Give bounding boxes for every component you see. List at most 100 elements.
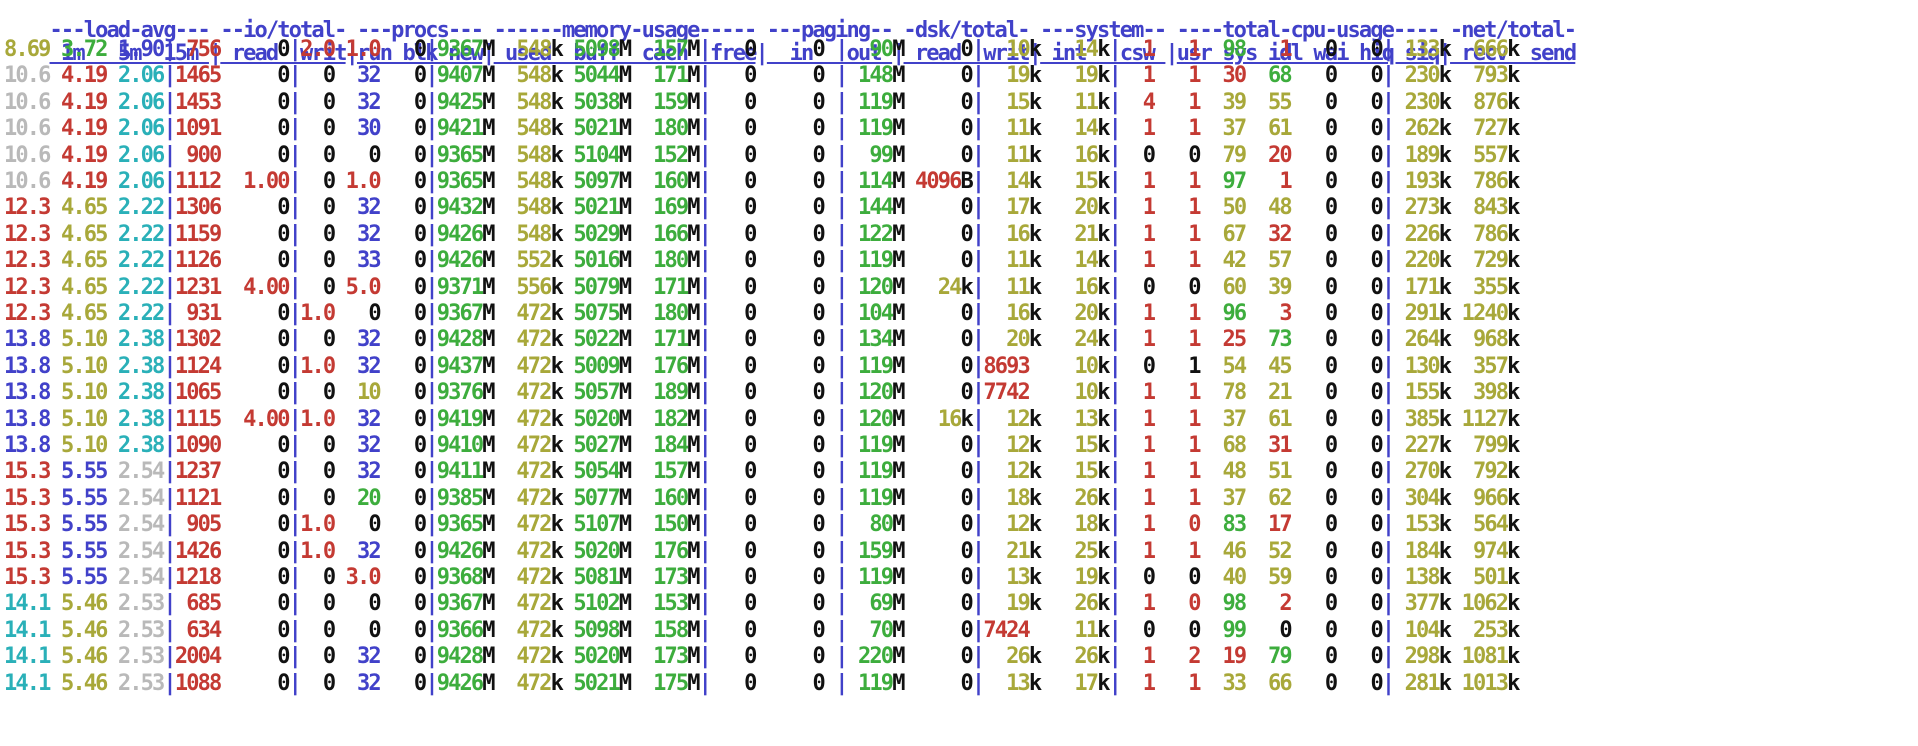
stats-cell: 104 bbox=[1393, 617, 1441, 643]
stats-cell: 0 0 bbox=[710, 63, 836, 89]
stats-cell: | bbox=[1381, 169, 1395, 194]
stats-cell: | bbox=[698, 433, 712, 458]
stats-cell: 0 0 bbox=[1290, 591, 1384, 617]
stats-cell: k bbox=[1438, 63, 1462, 89]
stats-cell: | bbox=[425, 89, 438, 115]
stats-cell: | bbox=[835, 485, 848, 511]
stats-cell: 32 bbox=[345, 327, 392, 353]
stats-cell: 357 bbox=[1461, 353, 1509, 379]
stats-cell: 32 bbox=[345, 89, 392, 115]
stats-cell: | bbox=[288, 485, 302, 511]
stats-cell: | bbox=[288, 617, 302, 643]
stats-cell: 0 bbox=[391, 116, 427, 142]
stats-cell: M bbox=[892, 274, 915, 300]
stats-cell: 230 bbox=[1393, 63, 1441, 89]
stats-cell: M bbox=[892, 353, 915, 379]
stats-cell: 5029 bbox=[573, 221, 620, 247]
stats-cell: 0 bbox=[391, 459, 427, 485]
stats-cell: 19 bbox=[1051, 63, 1099, 89]
stats-cell: 1.0 bbox=[300, 301, 346, 326]
stats-cell: 14.1 bbox=[4, 670, 61, 696]
stats-cell: 9425 bbox=[436, 89, 484, 115]
stats-cell: 10.6 bbox=[4, 89, 61, 115]
stats-cell: 79 bbox=[1222, 142, 1247, 168]
stats-cell: 0 bbox=[220, 380, 290, 406]
stats-cell: 1 1 bbox=[1119, 221, 1223, 247]
stats-cell: k bbox=[1028, 63, 1052, 89]
stats-cell: 0 bbox=[914, 37, 974, 62]
stats-cell: | bbox=[425, 406, 438, 432]
stats-cell: k bbox=[550, 670, 574, 696]
stats-cell: | bbox=[835, 116, 848, 142]
stats-cell: 30 bbox=[345, 116, 392, 142]
stats-cell: 189 bbox=[1393, 142, 1441, 168]
stats-cell: M bbox=[618, 274, 642, 300]
stats-cell: | bbox=[971, 670, 985, 696]
stats-cell: | bbox=[971, 459, 985, 485]
stats-cell: 2004 bbox=[174, 644, 222, 670]
stats-cell: 0 bbox=[391, 248, 427, 274]
stats-cell: | bbox=[1108, 617, 1122, 643]
stats-cell: 0 bbox=[220, 63, 290, 89]
stats-cell: | bbox=[698, 512, 712, 538]
stats-cell: | bbox=[288, 327, 302, 353]
stats-cell: 5021 bbox=[573, 195, 620, 221]
stats-cell: 4.65 bbox=[60, 221, 118, 247]
stats-cell: k bbox=[1097, 116, 1110, 142]
stats-cell: | bbox=[1108, 301, 1122, 326]
stats-cell: 0 bbox=[391, 89, 427, 115]
stats-cell: 0 bbox=[220, 565, 290, 590]
stats-cell: 548 bbox=[505, 169, 552, 194]
stats-cell: 55 bbox=[1245, 89, 1293, 115]
stats-cell: k bbox=[1438, 591, 1462, 617]
stats-cell: 5098 bbox=[573, 37, 620, 62]
stats-cell: k bbox=[1507, 353, 1520, 379]
stats-cell: 0 bbox=[300, 142, 346, 168]
stats-cell: 5021 bbox=[573, 670, 620, 696]
stats-cell: 0 0 bbox=[1119, 142, 1223, 168]
stats-cell: 876 bbox=[1461, 89, 1509, 115]
stats-cell: 182 bbox=[641, 406, 689, 432]
stats-cell: | bbox=[425, 670, 438, 696]
stats-cell: | bbox=[835, 565, 848, 590]
stats-cell: M bbox=[687, 301, 700, 326]
stats-cell: 119 bbox=[846, 89, 894, 115]
stats-cell: 1426 bbox=[174, 538, 222, 564]
stats-cell: 20 bbox=[1051, 195, 1099, 221]
stats-cell: M bbox=[618, 221, 642, 247]
stats-cell: 0 0 bbox=[710, 353, 836, 379]
stats-cell: k bbox=[550, 221, 574, 247]
stats-cell: M bbox=[892, 565, 915, 590]
stats-cell: | bbox=[163, 274, 176, 300]
stats-cell: M bbox=[482, 353, 506, 379]
stats-cell: 0 0 bbox=[710, 142, 836, 168]
stats-cell: | bbox=[698, 406, 712, 432]
stats-cell: 62 bbox=[1245, 485, 1293, 511]
stats-cell: 0 0 bbox=[1290, 116, 1384, 142]
stats-cell: 0 bbox=[914, 116, 974, 142]
stats-cell: M bbox=[687, 327, 700, 353]
stats-cell: 67 bbox=[1222, 221, 1247, 247]
stats-cell: | bbox=[698, 353, 712, 379]
stats-cell: 2.53 bbox=[117, 617, 165, 643]
stats-cell: M bbox=[482, 274, 506, 300]
stats-cell: | bbox=[835, 538, 848, 564]
stats-cell: 9407 bbox=[436, 63, 484, 89]
stats-cell: 10 bbox=[1051, 380, 1099, 406]
stats-cell: | bbox=[163, 353, 176, 379]
stats-cell: k bbox=[1097, 195, 1110, 221]
stats-cell: | bbox=[163, 617, 176, 643]
stats-cell: 2.22 bbox=[117, 221, 165, 247]
stats-cell: 0 bbox=[345, 591, 392, 617]
stats-cell: k bbox=[550, 274, 574, 300]
stats-cell: k bbox=[550, 195, 574, 221]
stats-cell: 32 bbox=[345, 459, 392, 485]
stats-cell: M bbox=[687, 485, 700, 511]
stats-cell: 171 bbox=[641, 63, 689, 89]
stats-cell: | bbox=[163, 116, 176, 142]
stats-cell: k bbox=[1097, 485, 1110, 511]
stats-cell: k bbox=[550, 617, 574, 643]
stats-cell: 66 bbox=[1245, 670, 1293, 696]
stats-cell: 1465 bbox=[174, 63, 222, 89]
stats-cell: | bbox=[163, 538, 176, 564]
